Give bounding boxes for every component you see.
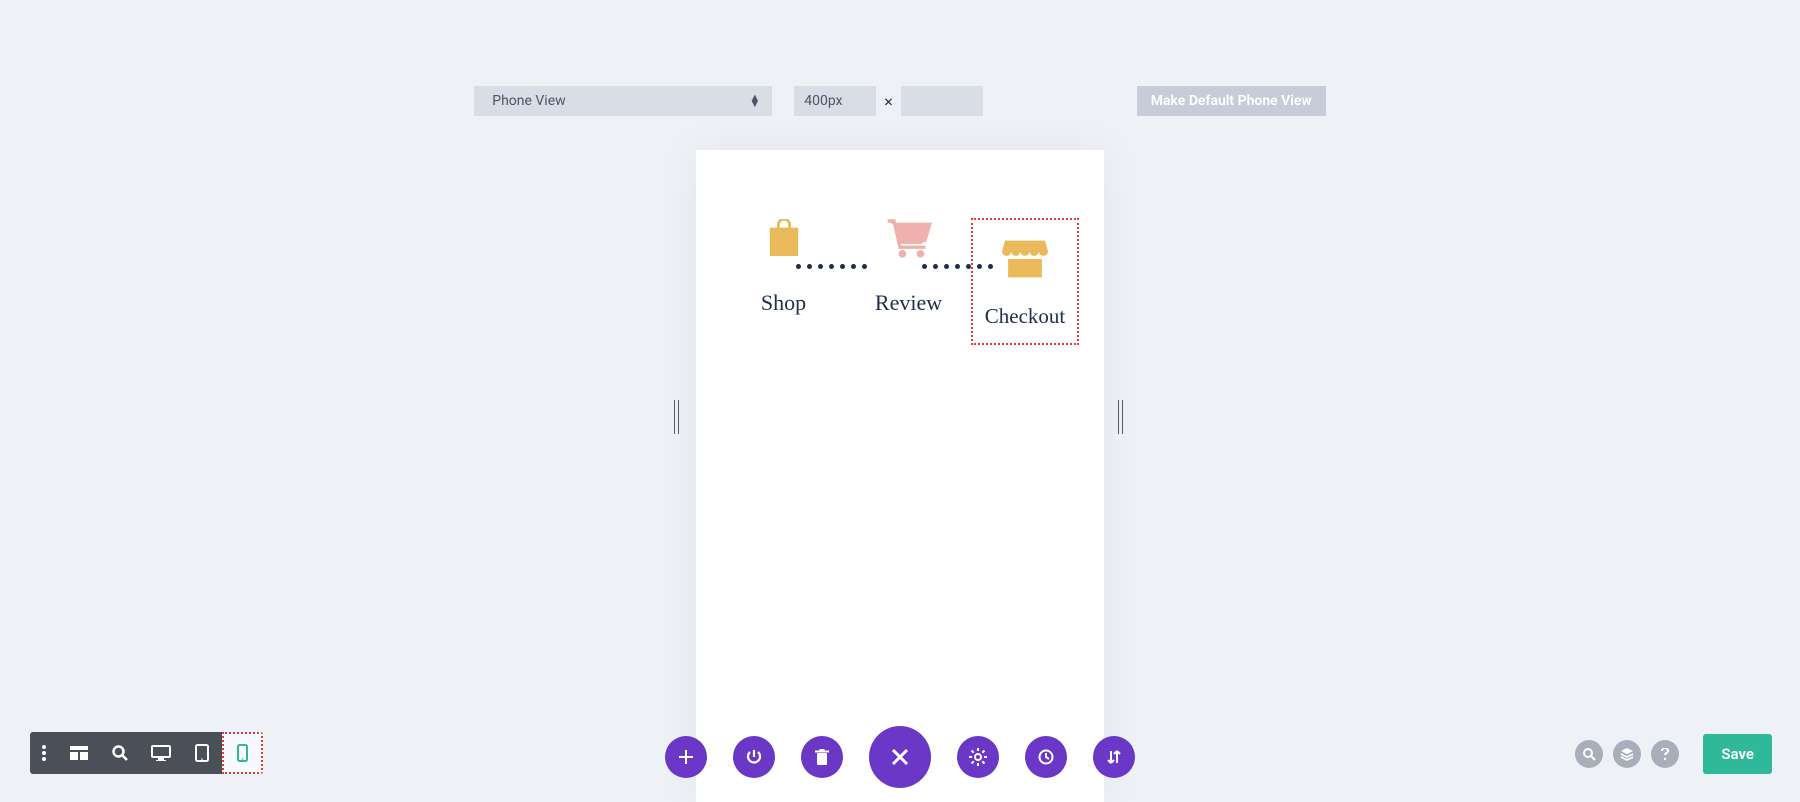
resize-handle-right[interactable] [1118,400,1126,434]
responsive-top-controls: Phone View ▲▼ 400px × Make Default Phone… [0,86,1800,116]
make-default-label: Make Default Phone View [1151,93,1312,109]
select-sort-icon: ▲▼ [749,95,760,107]
dimension-group: 400px × [794,86,983,116]
bag-icon [767,218,801,260]
builder-action-bar [665,726,1135,788]
step-label: Shop [761,290,806,316]
phone-icon[interactable] [222,732,263,774]
close-button[interactable] [869,726,931,788]
width-value: 400px [804,93,842,109]
save-button[interactable]: Save [1703,734,1772,774]
height-input[interactable] [901,86,983,116]
step-connector-dots [922,264,993,269]
desktop-icon[interactable] [140,732,181,774]
view-select[interactable]: Phone View ▲▼ [474,86,772,116]
tablet-icon[interactable] [181,732,222,774]
sort-button[interactable] [1093,736,1135,778]
power-button[interactable] [733,736,775,778]
step-connector-dots [796,264,867,269]
steps-row: Shop Review Checkout [696,218,1104,345]
device-toolbar [30,732,263,774]
add-button[interactable] [665,736,707,778]
phone-preview-canvas: Shop Review Checkout [696,150,1104,802]
history-button[interactable] [1025,736,1067,778]
save-label: Save [1721,745,1754,763]
step-label: Review [875,290,942,316]
step-label: Checkout [985,304,1065,329]
make-default-button[interactable]: Make Default Phone View [1137,86,1326,116]
width-input[interactable]: 400px [794,86,876,116]
wireframe-icon[interactable] [58,732,99,774]
trash-button[interactable] [801,736,843,778]
search-icon[interactable] [1575,740,1603,768]
bottom-right-controls: Save [1575,734,1772,774]
gear-button[interactable] [957,736,999,778]
zoom-icon[interactable] [99,732,140,774]
menu-icon[interactable] [30,732,58,774]
view-select-label: Phone View [492,93,565,109]
store-icon [1002,238,1048,280]
layers-icon[interactable] [1613,740,1641,768]
resize-handle-left[interactable] [674,400,682,434]
dimension-separator: × [884,92,893,111]
step-checkout[interactable]: Checkout [971,218,1079,345]
help-icon[interactable] [1651,740,1679,768]
cart-icon [886,218,932,260]
